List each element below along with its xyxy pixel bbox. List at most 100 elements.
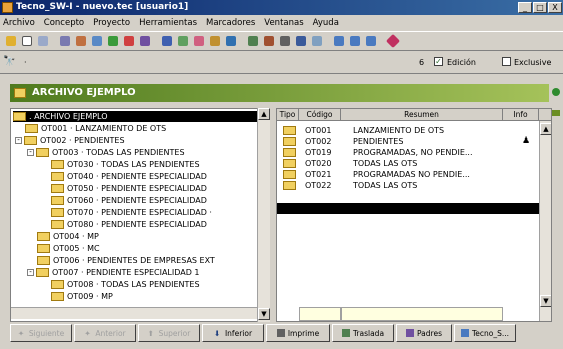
folder-icon — [283, 148, 296, 157]
col-header-codigo[interactable]: Código — [299, 109, 341, 121]
col-header-tipo[interactable]: Tipo — [277, 109, 299, 121]
copy-icon[interactable] — [36, 34, 50, 48]
check-icon[interactable] — [106, 34, 120, 48]
tree-node[interactable]: OT060 · PENDIENTE ESPECIALIDAD — [51, 195, 207, 206]
tree-node[interactable]: OT001 · LANZAMIENTO DE OTS — [25, 123, 166, 134]
chart-icon[interactable] — [192, 34, 206, 48]
calc-icon[interactable] — [224, 34, 238, 48]
tree-vertical-scrollbar[interactable]: ▲ ▼ — [257, 108, 270, 322]
col-header-resumen[interactable]: Resumen — [341, 109, 503, 121]
tree-node[interactable]: - OT002 · PENDIENTES — [15, 135, 125, 146]
print-icon[interactable] — [278, 34, 292, 48]
scroll-down-icon[interactable]: ▼ — [540, 295, 551, 307]
menu-herramientas[interactable]: Herramientas — [139, 18, 197, 28]
menu-concepto[interactable]: Concepto — [44, 18, 84, 28]
transfer-icon[interactable] — [246, 34, 260, 48]
export-icon[interactable] — [262, 34, 276, 48]
items-grid: Tipo Código Resumen Info OT001 LANZAMIENT… — [276, 108, 552, 322]
status-icon — [552, 88, 560, 96]
menu-ventanas[interactable]: Ventanas — [264, 18, 303, 28]
new-document-icon[interactable] — [20, 34, 34, 48]
tree-node[interactable]: OT050 · PENDIENTE ESPECIALIDAD — [51, 183, 207, 194]
collapse-icon[interactable]: - — [15, 137, 22, 144]
save-icon[interactable] — [294, 34, 308, 48]
binoculars-icon[interactable]: 🔭 — [3, 56, 15, 67]
window-icon[interactable] — [332, 34, 346, 48]
side-tool-icon[interactable] — [552, 110, 560, 116]
maximize-button[interactable]: □ — [533, 2, 547, 13]
filter-icon[interactable] — [90, 34, 104, 48]
tree-node[interactable]: OT030 · TODAS LAS PENDIENTES — [51, 159, 200, 170]
tree-node-root[interactable]: . ARCHIVO EJEMPLO — [13, 111, 263, 122]
folder-icon — [37, 244, 50, 253]
imprime-button[interactable]: Imprime — [266, 324, 330, 342]
list-icon[interactable] — [122, 34, 136, 48]
table-icon[interactable] — [310, 34, 324, 48]
header-title: ARCHIVO EJEMPLO — [32, 87, 136, 98]
tree-horizontal-scrollbar[interactable] — [11, 307, 257, 319]
exclusive-label: Exclusive — [514, 58, 552, 67]
close-button[interactable]: X — [548, 2, 562, 13]
folder-icon — [24, 136, 37, 145]
code-edit-field[interactable] — [299, 307, 341, 321]
tecno-button[interactable]: Tecno_S... — [454, 324, 516, 342]
padres-button[interactable]: Padres — [396, 324, 452, 342]
grid-icon[interactable] — [160, 34, 174, 48]
menu-ayuda[interactable]: Ayuda — [313, 18, 339, 28]
folder-icon — [36, 148, 49, 157]
tree-node[interactable]: OT040 · PENDIENTE ESPECIALIDAD — [51, 171, 207, 182]
tree-node[interactable]: OT080 · PENDIENTE ESPECIALIDAD — [51, 219, 207, 230]
table-row[interactable]: OT022 TODAS LAS OTS — [277, 180, 539, 191]
collapse-icon[interactable]: - — [27, 149, 34, 156]
inferior-button[interactable]: ⬇ Inferior — [202, 324, 264, 342]
edicion-checkbox[interactable]: ✓ — [434, 57, 443, 66]
cascade-icon[interactable] — [364, 34, 378, 48]
collapse-icon[interactable]: - — [27, 269, 34, 276]
table-row[interactable]: OT020 TODAS LAS OTS — [277, 158, 539, 169]
tree-node[interactable]: OT008 · TODAS LAS PENDIENTES — [51, 279, 200, 290]
report-icon[interactable] — [208, 34, 222, 48]
split-icon[interactable] — [348, 34, 362, 48]
folder-icon — [283, 137, 296, 146]
tree-node[interactable]: OT009 · MP — [51, 291, 113, 302]
table-row[interactable]: OT021 PROGRAMADAS NO PENDIE... — [277, 169, 539, 180]
grid-vertical-scrollbar[interactable]: ▲ ▼ — [539, 121, 551, 321]
anterior-button[interactable]: ✦ Anterior — [74, 324, 136, 342]
open-icon[interactable] — [4, 34, 18, 48]
folder-icon — [283, 181, 296, 190]
menu-proyecto[interactable]: Proyecto — [93, 18, 130, 28]
calendar-icon[interactable] — [176, 34, 190, 48]
tree-node[interactable]: OT005 · MC — [37, 243, 100, 254]
siguiente-button[interactable]: ✦ Siguiente — [10, 324, 72, 342]
tree-node[interactable]: - OT003 · TODAS LAS PENDIENTES — [27, 147, 185, 158]
eraser-icon[interactable] — [385, 33, 401, 49]
minimize-button[interactable]: _ — [518, 2, 532, 13]
tools-icon[interactable] — [138, 34, 152, 48]
table-row[interactable]: OT019 PROGRAMADAS, NO PENDIE... — [277, 147, 539, 158]
superior-button[interactable]: ⬆ Superior — [138, 324, 200, 342]
exclusive-checkbox[interactable] — [502, 57, 511, 66]
scroll-up-icon[interactable]: ▲ — [258, 108, 270, 120]
col-header-info[interactable]: Info — [503, 109, 539, 121]
tree-node[interactable]: OT070 · PENDIENTE ESPECIALIDAD · — [51, 207, 212, 218]
tree-node[interactable]: - OT007 · PENDIENTE ESPECIALIDAD 1 — [27, 267, 200, 278]
scroll-up-icon[interactable]: ▲ — [540, 123, 551, 135]
menu-marcadores[interactable]: Marcadores — [206, 18, 255, 28]
traslada-button[interactable]: Traslada — [332, 324, 394, 342]
tree-node[interactable]: OT004 · MP — [37, 231, 99, 242]
selected-row[interactable] — [277, 203, 551, 214]
arrow-left-icon: ✦ — [84, 329, 91, 338]
scroll-down-icon[interactable]: ▼ — [258, 308, 270, 320]
folder-icon — [283, 159, 296, 168]
tree-node[interactable]: OT006 · PENDIENTES DE EMPRESAS EXT — [37, 255, 215, 266]
cut-icon[interactable] — [58, 34, 72, 48]
summary-edit-field[interactable] — [341, 307, 503, 321]
folder-icon — [51, 196, 64, 205]
folder-icon — [283, 126, 296, 135]
table-row[interactable]: OT001 LANZAMIENTO DE OTS — [277, 125, 539, 136]
grid-corner-icon — [539, 109, 551, 121]
paste-icon[interactable] — [74, 34, 88, 48]
table-row[interactable]: OT002 PENDIENTES ♟ — [277, 136, 539, 147]
folder-icon — [36, 268, 49, 277]
menu-archivo[interactable]: Archivo — [3, 18, 35, 28]
